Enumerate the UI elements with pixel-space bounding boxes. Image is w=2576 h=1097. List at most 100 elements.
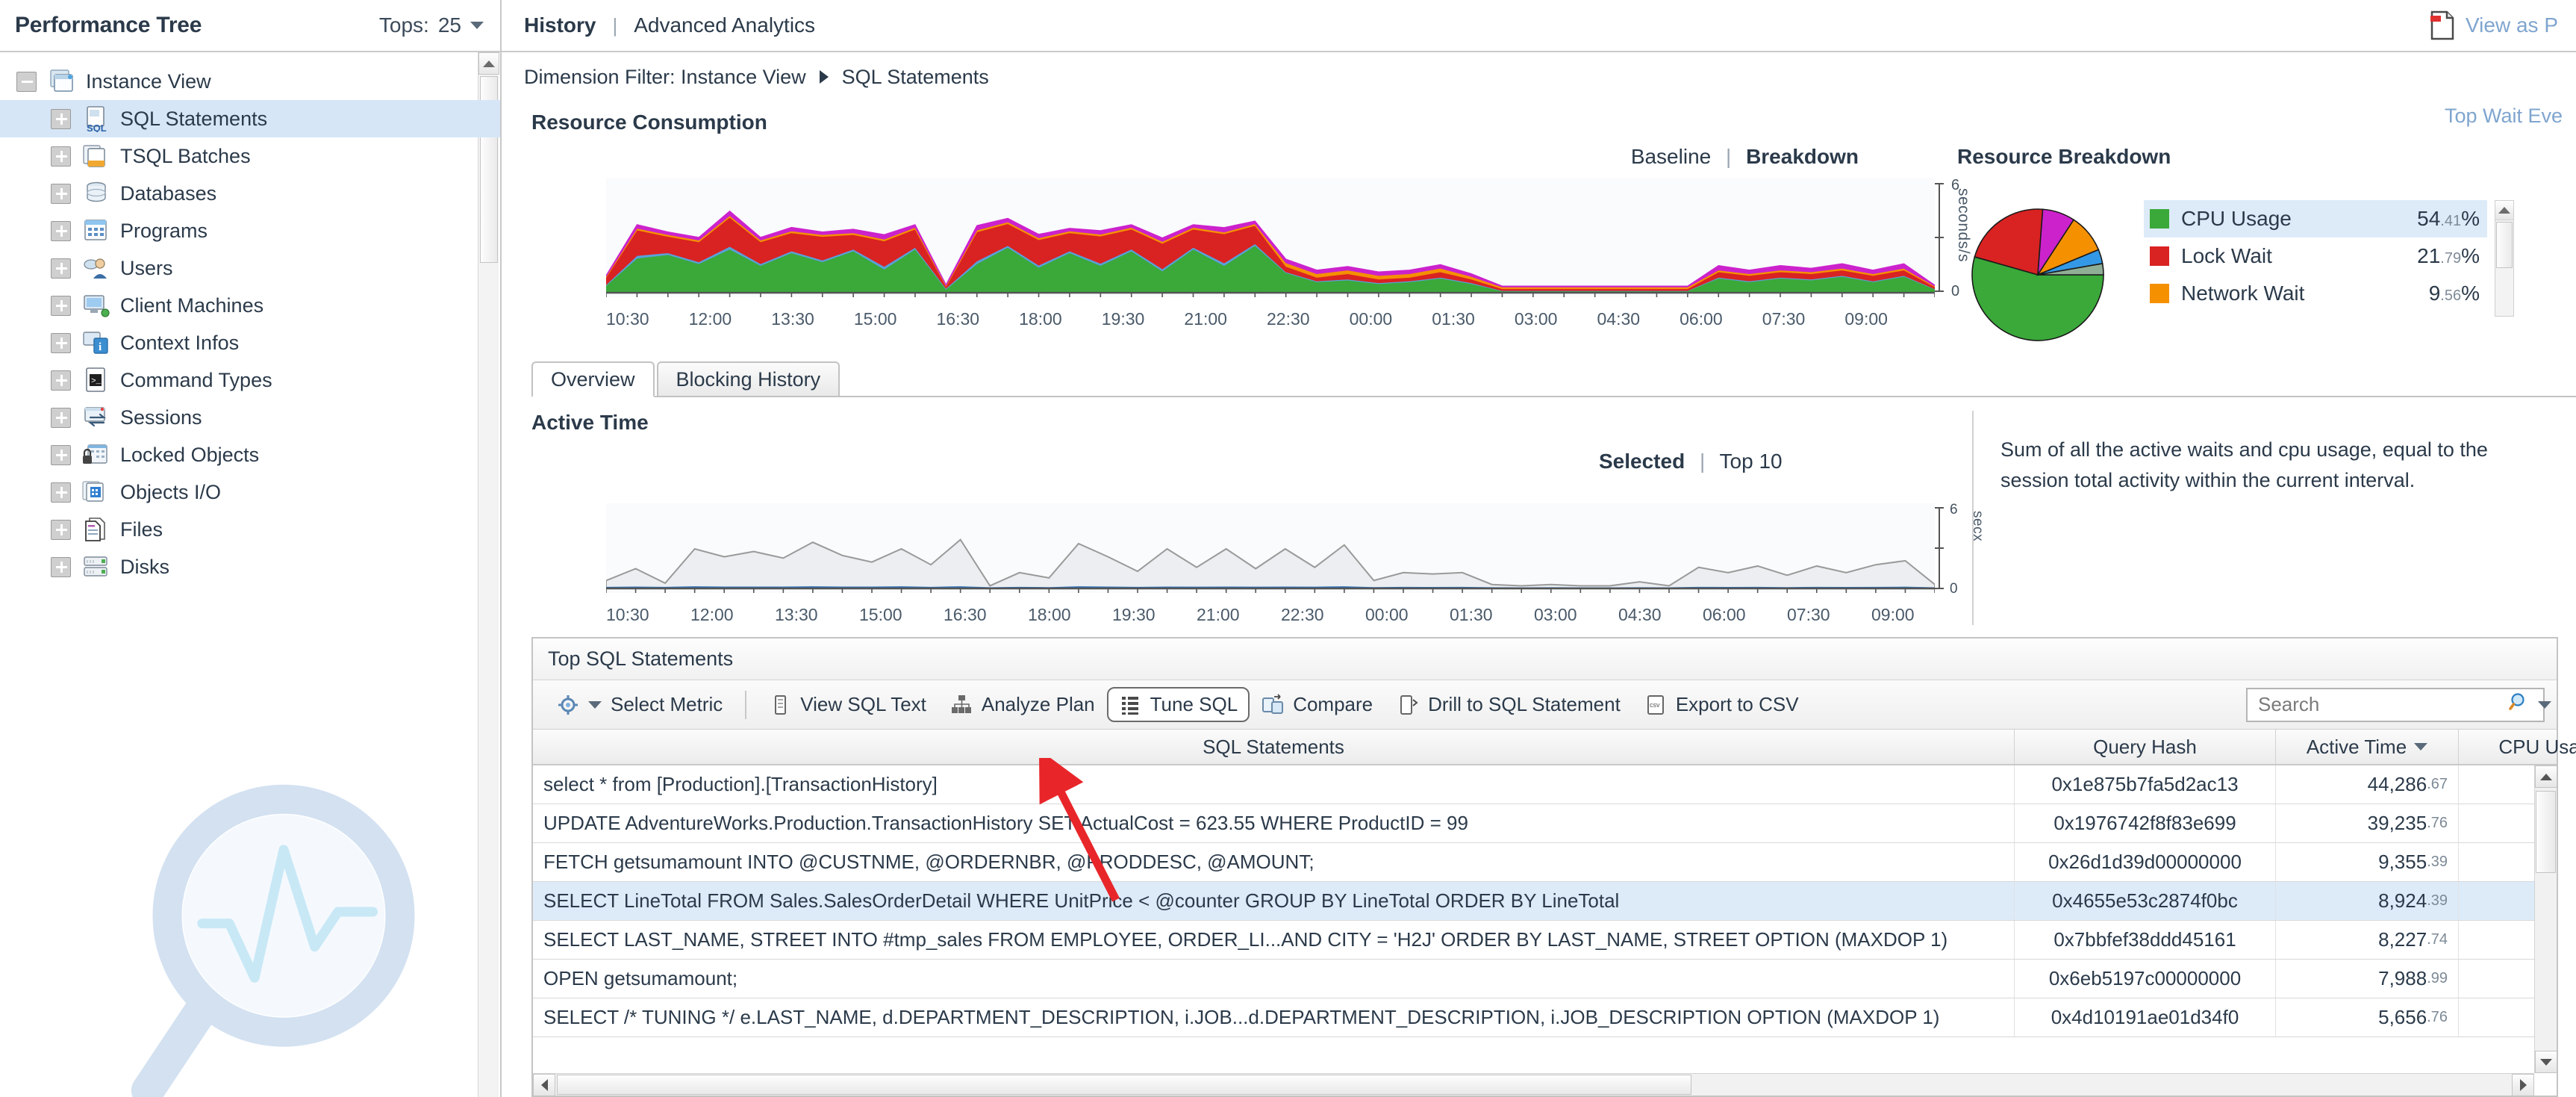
expand-toggle-icon[interactable] [51, 332, 71, 353]
chevron-down-icon[interactable] [470, 22, 484, 29]
tab-overview[interactable]: Overview [531, 361, 655, 397]
legend-scroll-thumb[interactable] [2496, 222, 2513, 268]
sidebar-item-label: Sessions [120, 405, 202, 429]
expand-toggle-icon[interactable] [51, 407, 71, 428]
grid-scroll-down-button[interactable] [2535, 1051, 2557, 1073]
sidebar-item-context-infos[interactable]: i Context Infos [0, 324, 500, 361]
active-time-x-axis: 10:30 12:00 13:30 15:00 16:30 18:00 19:30 21:00… [606, 605, 1972, 625]
expand-toggle-icon[interactable] [51, 519, 71, 540]
column-header-sql[interactable]: SQL Statements [533, 730, 2015, 764]
context-infos-icon: i [81, 329, 111, 356]
expand-toggle-icon[interactable] [51, 370, 71, 391]
active-time-plot[interactable] [606, 503, 1935, 593]
resource-breakdown-pie-chart[interactable] [1957, 200, 2121, 342]
breakdown-link[interactable]: Breakdown [1746, 145, 1859, 168]
view-as-pdf-button[interactable]: View as P [2430, 10, 2558, 40]
expand-toggle-icon[interactable] [51, 108, 71, 129]
baseline-link[interactable]: Baseline [1631, 145, 1711, 168]
search-box[interactable] [2246, 687, 2551, 722]
grid-scroll-left-button[interactable] [533, 1074, 555, 1096]
table-row[interactable]: SELECT LAST_NAME, STREET INTO #tmp_sales… [533, 921, 2557, 960]
tab-blocking-history[interactable]: Blocking History [656, 361, 841, 396]
x-tick-label: 12:00 [688, 309, 732, 329]
selected-link[interactable]: Selected [1599, 450, 1685, 473]
resource-consumption-plot[interactable] [606, 178, 1935, 297]
table-row[interactable]: SELECT /* TUNING */ e.LAST_NAME, d.DEPAR… [533, 998, 2557, 1037]
search-options-chevron-icon[interactable] [2538, 700, 2551, 709]
grid-vscroll-thumb[interactable] [2536, 791, 2556, 873]
expand-toggle-icon[interactable] [51, 183, 71, 204]
client-machines-icon [81, 292, 111, 319]
selected-top10-switch[interactable]: Selected | Top 10 [1599, 450, 1783, 473]
grid-vertical-scrollbar[interactable] [2534, 765, 2557, 1073]
active-time-chart[interactable]: 6 0 secx [531, 503, 1986, 600]
table-row[interactable]: OPEN getsumamount; 0x6eb5197c00000000 7,98… [533, 960, 2557, 998]
search-icon[interactable] [2508, 691, 2530, 718]
sidebar-item-sessions[interactable]: Sessions [0, 399, 500, 436]
tab-advanced-analytics[interactable]: Advanced Analytics [634, 13, 815, 37]
grid-scroll-right-button[interactable] [2512, 1074, 2534, 1096]
legend-scrollbar[interactable] [2495, 200, 2514, 317]
dimension-filter-value[interactable]: SQL Statements [842, 66, 989, 89]
sort-descending-icon[interactable] [2414, 743, 2428, 751]
legend-item[interactable]: Network Wait 9.56% [2144, 275, 2487, 312]
sidebar-item-objects-i-o[interactable]: Objects I/O [0, 473, 500, 511]
cell-sql: SELECT LineTotal FROM Sales.SalesOrderDe… [533, 882, 2015, 920]
grid-horizontal-scrollbar[interactable] [533, 1073, 2534, 1096]
active-time-y-axis: 6 0 [1935, 503, 1958, 593]
x-tick-label: 15:00 [859, 605, 902, 624]
sidebar-item-label: Disks [120, 555, 169, 578]
sidebar-item-sql-statements[interactable]: SQL SQL Statements [0, 100, 500, 137]
drill-to-sql-statement-button[interactable]: Drill to SQL Statement [1385, 687, 1632, 722]
column-header-at[interactable]: Active Time [2276, 730, 2459, 764]
document-icon [769, 694, 791, 716]
legend-item[interactable]: CPU Usage 54.41% [2144, 200, 2487, 237]
top-wait-events-link[interactable]: Top Wait Eve [2445, 105, 2563, 128]
expand-toggle-icon[interactable] [51, 220, 71, 241]
expand-toggle-icon[interactable] [51, 146, 71, 167]
table-row[interactable]: SELECT LineTotal FROM Sales.SalesOrderDe… [533, 882, 2557, 921]
compare-button[interactable]: Compare [1250, 687, 1385, 722]
select-metric-button[interactable]: Select Metric [545, 687, 735, 722]
resource-consumption-chart[interactable]: 6 0 seconds/s [524, 178, 1972, 305]
view-sql-text-button[interactable]: View SQL Text [757, 687, 938, 722]
expand-toggle-icon[interactable] [51, 482, 71, 503]
column-header-hash[interactable]: Query Hash [2015, 730, 2276, 764]
analyze-plan-button[interactable]: Analyze Plan [938, 687, 1107, 722]
tree-root-instance-view[interactable]: Instance View [0, 63, 500, 100]
instance-view-icon [47, 68, 77, 95]
sidebar-item-tsql-batches[interactable]: TSQL Batches [0, 137, 500, 175]
expand-toggle-icon[interactable] [51, 556, 71, 577]
table-row[interactable]: FETCH getsumamount INTO @CUSTNME, @ORDER… [533, 843, 2557, 882]
sidebar-item-command-types[interactable]: >_ Command Types [0, 361, 500, 399]
export-to-csv-button[interactable]: csv Export to CSV [1632, 687, 1811, 722]
sidebar-item-client-machines[interactable]: Client Machines [0, 287, 500, 324]
sidebar-item-users[interactable]: Users [0, 249, 500, 287]
top10-link[interactable]: Top 10 [1720, 450, 1783, 473]
sidebar-item-programs[interactable]: Programs [0, 212, 500, 249]
baseline-breakdown-switch[interactable]: Baseline | Breakdown [1631, 145, 1859, 169]
sidebar-item-databases[interactable]: Databases [0, 175, 500, 212]
expand-toggle-icon[interactable] [51, 295, 71, 316]
collapse-toggle-icon[interactable] [16, 71, 37, 92]
chevron-down-icon[interactable] [588, 700, 602, 709]
legend-scroll-up-button[interactable] [2495, 201, 2513, 220]
expand-toggle-icon[interactable] [51, 444, 71, 465]
search-input[interactable] [2258, 693, 2508, 716]
svg-text:0: 0 [1950, 581, 1958, 593]
sidebar-item-disks[interactable]: Disks [0, 548, 500, 585]
tab-history[interactable]: History [524, 13, 596, 37]
legend-item[interactable]: Lock Wait 21.79% [2144, 237, 2487, 275]
grid-hscroll-thumb[interactable] [557, 1075, 1691, 1095]
sidebar-item-locked-objects[interactable]: Locked Objects [0, 436, 500, 473]
tops-selector[interactable]: Tops: 25 [379, 13, 484, 37]
expand-toggle-icon[interactable] [51, 258, 71, 279]
table-row[interactable]: UPDATE AdventureWorks.Production.Transac… [533, 804, 2557, 843]
x-tick-label: 01:30 [1432, 309, 1475, 329]
sidebar-item-files[interactable]: Files [0, 511, 500, 548]
table-row[interactable]: select * from [Production].[TransactionH… [533, 765, 2557, 804]
sql-statements-icon: SQL [81, 105, 111, 134]
tune-sql-button[interactable]: Tune SQL [1106, 687, 1250, 722]
grid-scroll-up-button[interactable] [2535, 765, 2557, 788]
column-header-cpu[interactable]: CPU Usage [2459, 730, 2576, 764]
